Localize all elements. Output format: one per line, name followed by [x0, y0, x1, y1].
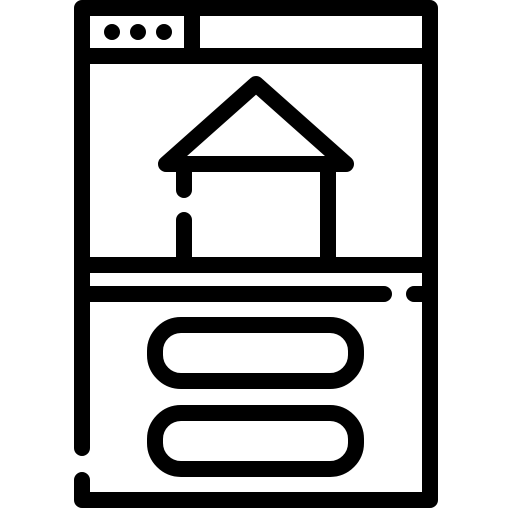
window-dot-2: [130, 24, 146, 40]
window-dot-3: [156, 24, 172, 40]
content-button-bottom: [147, 405, 364, 477]
mobile-webpage-home-icon: [74, 0, 438, 508]
house-roof: [158, 76, 354, 172]
content-button-top: [147, 317, 364, 389]
window-dot-1: [104, 24, 120, 40]
icon-canvas: [0, 0, 512, 512]
